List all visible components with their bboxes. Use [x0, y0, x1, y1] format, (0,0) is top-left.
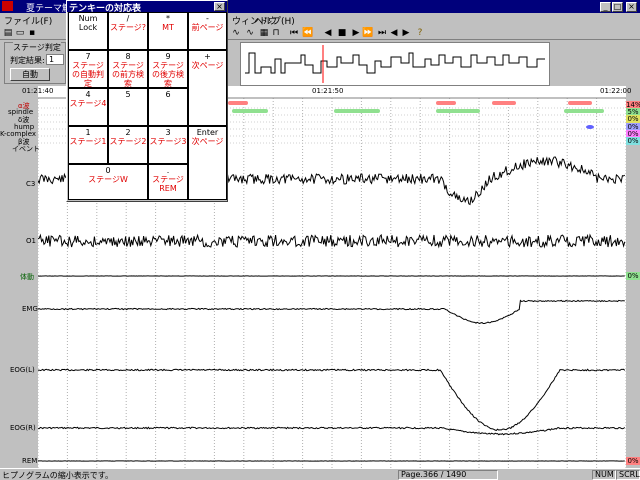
- spindle-event-bar: [436, 109, 480, 113]
- key-7[interactable]: 7 ステージの自動判定: [68, 50, 108, 88]
- key-3[interactable]: 3 ステージ3: [148, 126, 188, 164]
- alpha-event-bar: [492, 101, 516, 105]
- value-rem: 0%: [626, 457, 640, 465]
- channel-label-c3: C3: [26, 180, 36, 188]
- channel-label-eog-left: EOG(L): [10, 366, 35, 374]
- key-9[interactable]: 9 ステージの後方検索: [148, 50, 188, 88]
- spindle-event-bar: [564, 109, 604, 113]
- spindle-event-bar: [232, 109, 268, 113]
- stage-group-label: ステージ判定: [13, 42, 61, 53]
- key-decimal[interactable]: . ステージREM: [148, 164, 188, 200]
- app-icon[interactable]: [2, 1, 13, 11]
- hypnogram-plot: [245, 45, 545, 83]
- key-enter[interactable]: Enter 次ページ: [188, 126, 227, 200]
- hypnogram-icon[interactable]: ⊓: [270, 27, 282, 39]
- status-bar: ヒプノグラムの縮小表示です。 Page.366 / 1490 NUM SCRL: [0, 468, 640, 480]
- key-divide[interactable]: / ステージ?: [108, 12, 148, 50]
- help-icon[interactable]: ?: [414, 27, 426, 39]
- wave-alt-icon[interactable]: ∿: [244, 27, 256, 39]
- channel-label-event: イベント: [12, 145, 40, 153]
- step-back-button[interactable]: ◀: [388, 27, 400, 39]
- key-multiply[interactable]: * MT: [148, 12, 188, 50]
- key-0[interactable]: 0 ステージW: [68, 164, 148, 200]
- eog-left-trace: [37, 368, 626, 431]
- time-label-end: 01:22:00: [600, 87, 632, 95]
- minimize-button[interactable]: _: [600, 2, 611, 12]
- status-message: ヒプノグラムの縮小表示です。: [2, 471, 113, 480]
- alpha-event-bar: [436, 101, 456, 105]
- time-label-mid: 01:21:50: [312, 87, 344, 95]
- close-button[interactable]: ×: [626, 2, 637, 12]
- time-label-start: 01:21:40: [22, 87, 54, 95]
- tenkey-close-button[interactable]: ×: [214, 2, 225, 11]
- auto-button[interactable]: 自動: [10, 68, 50, 81]
- open-icon[interactable]: ▭: [14, 27, 26, 39]
- key-minus[interactable]: - 前ページ: [188, 12, 227, 50]
- prev-button[interactable]: ◀: [322, 27, 334, 39]
- scroll-lock-indicator: SCRL: [616, 470, 640, 480]
- tenkey-dialog: テンキーの対応表 × Num Lock / ステージ? * MT - 前ページ …: [66, 0, 228, 202]
- play-button[interactable]: ▶: [350, 27, 362, 39]
- channel-label-column: α波 spindle δ波 hump K-complex β波 イベント C3 …: [0, 86, 40, 468]
- key-5[interactable]: 5: [108, 88, 148, 126]
- stop-button[interactable]: ■: [336, 27, 348, 39]
- key-2[interactable]: 2 ステージ2: [108, 126, 148, 164]
- print-icon[interactable]: ▤: [2, 27, 14, 39]
- key-1[interactable]: 1 ステージ1: [68, 126, 108, 164]
- key-numlock[interactable]: Num Lock: [68, 12, 108, 50]
- tenkey-title-bar[interactable]: テンキーの対応表 ×: [67, 1, 227, 14]
- channel-label-movement: 体動: [20, 273, 34, 281]
- value-movement: 0%: [626, 272, 640, 280]
- fast-forward-button[interactable]: ⏩: [362, 27, 374, 39]
- judge-result-field[interactable]: 1: [46, 54, 64, 65]
- channel-label-o1: O1: [26, 237, 36, 245]
- alpha-event-bar: [568, 101, 592, 105]
- value-delta: 0%: [626, 115, 640, 123]
- save-icon[interactable]: ▪: [26, 27, 38, 39]
- page-indicator: Page.366 / 1490: [398, 470, 498, 480]
- application-window: 夏テーマ解析ソフトウェア(SAnalyzer) _ □ × ファイル(F) ウィ…: [0, 0, 640, 480]
- channel-label-emg: EMG: [22, 305, 38, 313]
- step-forward-button[interactable]: ▶: [400, 27, 412, 39]
- key-6[interactable]: 6: [148, 88, 188, 126]
- page-icon[interactable]: ▦: [258, 27, 270, 39]
- spindle-event-bar: [334, 109, 380, 113]
- alpha-event-bar: [228, 101, 248, 105]
- num-lock-indicator: NUM: [592, 470, 616, 480]
- first-page-button[interactable]: ⏮: [288, 27, 300, 39]
- key-8[interactable]: 8 ステージの前方検索: [108, 50, 148, 88]
- key-plus[interactable]: + 次ページ: [188, 50, 227, 126]
- value-beta: 0%: [626, 137, 640, 145]
- value-column: 14% 5% 0% 0% 0% 0% 0% 0%: [626, 86, 640, 468]
- tenkey-grid: Num Lock / ステージ? * MT - 前ページ 7 ステージの自動判定…: [68, 12, 227, 200]
- hump-event-marker: [586, 125, 594, 129]
- channel-label-eog-right: EOG(R): [10, 424, 36, 432]
- wave-icon[interactable]: ∿: [230, 27, 242, 39]
- maximize-button[interactable]: □: [612, 2, 623, 12]
- hypnogram[interactable]: [240, 42, 550, 86]
- channel-label-rem: REM: [22, 457, 38, 465]
- rewind-button[interactable]: ⏪: [302, 27, 314, 39]
- judge-label: 判定結果:: [10, 56, 45, 65]
- key-4[interactable]: 4 ステージ4: [68, 88, 108, 126]
- last-page-button[interactable]: ⏭: [376, 27, 388, 39]
